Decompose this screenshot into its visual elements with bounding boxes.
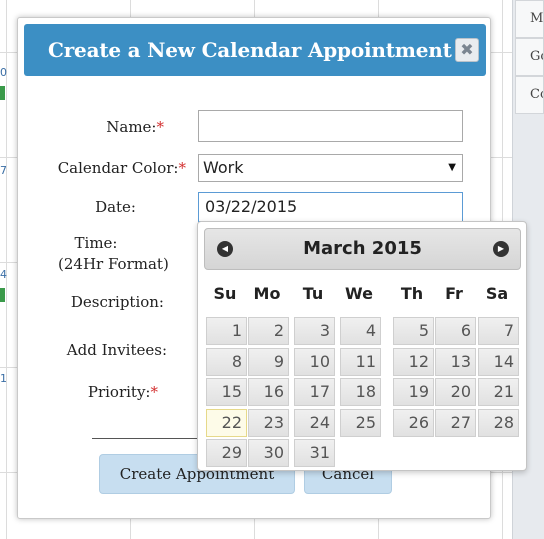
datepicker-popup: ◀ March 2015 ▶ Su Mo Tu We Th Fr Sa 1234567891… [197, 221, 527, 471]
datepicker-month: March [303, 238, 366, 259]
time-format-label: (24Hr Format) [58, 255, 169, 273]
description-label: Description: [70, 293, 164, 311]
chevron-down-icon: ▼ [448, 162, 456, 173]
datepicker-day[interactable]: 5 [393, 317, 434, 345]
name-label: Name:* [18, 118, 164, 136]
calendar-color-value: Work [203, 158, 244, 177]
datepicker-day[interactable]: 31 [294, 439, 335, 467]
datepicker-day[interactable]: 18 [340, 378, 381, 406]
calendar-color-select[interactable]: Work ▼ [198, 154, 463, 182]
side-panel-item[interactable]: Go [515, 38, 544, 76]
datepicker-day[interactable]: 7 [478, 317, 519, 345]
datepicker-day[interactable]: 23 [248, 408, 289, 437]
dialog-title: Create a New Calendar Appointment [48, 38, 452, 62]
time-label: Time: [74, 234, 118, 252]
name-input[interactable] [198, 110, 463, 142]
datepicker-day[interactable]: 20 [435, 378, 476, 406]
datepicker-day[interactable]: 13 [435, 347, 476, 376]
weekday-header: Th [400, 284, 424, 303]
calendar-cell-marker: 7 [0, 164, 7, 177]
datepicker-day[interactable]: 14 [478, 347, 519, 376]
datepicker-day[interactable]: 28 [478, 408, 519, 437]
datepicker-day[interactable]: 26 [393, 408, 434, 437]
add-invitees-label: Add Invitees: [66, 341, 167, 359]
priority-label: Priority:* [18, 383, 158, 401]
datepicker-day[interactable]: 2 [248, 317, 289, 345]
calendar-event-badge[interactable] [0, 288, 5, 302]
weekday-header: Sa [485, 284, 509, 303]
calendar-cell-marker: 4 [0, 268, 7, 281]
date-label: Date: [95, 198, 136, 216]
required-mark: * [178, 159, 187, 177]
datepicker-day[interactable]: 10 [294, 347, 335, 376]
datepicker-year: 2015 [371, 238, 422, 259]
calendar-color-label: Calendar Color:* [18, 159, 186, 177]
dialog-header: Create a New Calendar Appointment ✖ [24, 24, 486, 76]
datepicker-title: March 2015 [205, 229, 520, 269]
datepicker-day-selected[interactable]: 22 [206, 408, 247, 437]
calendar-cell-marker: 1 [0, 372, 7, 385]
datepicker-day[interactable]: 4 [340, 317, 381, 345]
datepicker-day[interactable]: 1 [206, 317, 247, 345]
date-input[interactable]: 03/22/2015 [198, 192, 463, 222]
datepicker-day[interactable]: 27 [435, 408, 476, 437]
side-panel-item[interactable]: M [515, 0, 544, 38]
datepicker-day[interactable]: 19 [393, 378, 434, 406]
datepicker-day[interactable]: 8 [206, 347, 247, 376]
datepicker-day[interactable]: 17 [294, 378, 335, 406]
next-month-icon[interactable]: ▶ [493, 241, 509, 257]
weekday-header: We [345, 284, 373, 303]
calendar-cell-marker: 0 [0, 66, 7, 79]
side-panel-item[interactable]: Co [515, 76, 544, 114]
weekday-header: Su [213, 284, 237, 303]
datepicker-day[interactable]: 12 [393, 347, 434, 376]
datepicker-day[interactable]: 6 [435, 317, 476, 345]
calendar-event-badge[interactable] [0, 86, 5, 100]
name-label-text: Name: [106, 118, 157, 136]
priority-label-text: Priority: [87, 383, 151, 401]
required-mark: * [150, 383, 159, 401]
datepicker-day[interactable]: 15 [206, 378, 247, 406]
required-mark: * [156, 118, 165, 136]
datepicker-day[interactable]: 30 [248, 439, 289, 467]
datepicker-day[interactable]: 16 [248, 378, 289, 406]
datepicker-day[interactable]: 9 [248, 347, 289, 376]
calendar-color-label-text: Calendar Color: [57, 159, 179, 177]
weekday-header: Fr [445, 284, 463, 303]
datepicker-day[interactable]: 3 [294, 317, 335, 345]
weekday-header: Tu [302, 284, 324, 303]
datepicker-day[interactable]: 21 [478, 378, 519, 406]
datepicker-day[interactable]: 24 [294, 408, 335, 437]
close-icon[interactable]: ✖ [455, 38, 479, 62]
datepicker-day[interactable]: 29 [206, 439, 247, 467]
datepicker-day[interactable]: 11 [340, 347, 381, 376]
datepicker-day[interactable]: 25 [340, 408, 381, 437]
weekday-header: Mo [253, 284, 281, 303]
datepicker-header: ◀ March 2015 ▶ [204, 228, 521, 270]
